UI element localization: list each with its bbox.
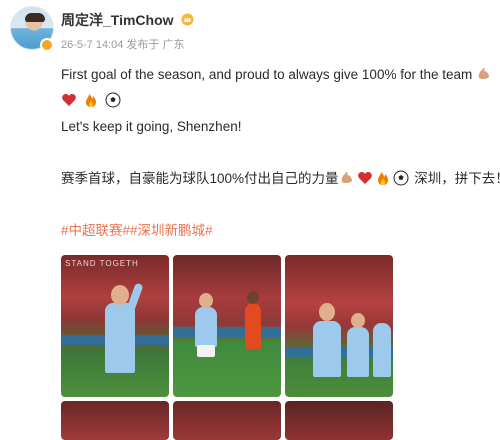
photo-5[interactable]	[173, 401, 281, 440]
flexed-biceps-icon	[478, 68, 490, 80]
photo-6[interactable]	[285, 401, 393, 440]
red-heart-icon	[357, 172, 372, 184]
player-figure	[313, 321, 341, 377]
photo-2[interactable]	[173, 255, 281, 397]
player-figure	[373, 323, 391, 377]
post-text-line-1: First goal of the season, and proud to a…	[61, 66, 494, 84]
player-head	[111, 285, 129, 305]
post-text-line-4: 赛季首球，自豪能为球队100%付出自己的力量 深圳，拼下去！	[61, 170, 500, 188]
post-meta: 26-5-7 14:04 发布于 广东	[61, 39, 185, 51]
post-text-en-1: First goal of the season, and proud to a…	[61, 67, 473, 82]
opponent-figure	[245, 303, 261, 349]
soccer-ball-icon	[105, 92, 121, 108]
username[interactable]: 周定洋_TimChow	[61, 12, 174, 28]
post-text-cn-1: 赛季首球，自豪能为球队100%付出自己的力量	[61, 171, 339, 186]
photo-4[interactable]	[61, 401, 169, 440]
post-emoji-line	[61, 92, 123, 110]
hashtag-links[interactable]: #中超联赛##深圳新鹏城#	[61, 219, 213, 239]
player-head	[351, 313, 365, 328]
soccer-ball-icon	[393, 170, 409, 186]
photo-banner-text: STAND TOGETH	[65, 259, 139, 268]
flexed-biceps-icon	[341, 172, 352, 184]
fire-icon	[85, 94, 96, 107]
photo-1[interactable]: STAND TOGETH	[61, 255, 169, 397]
post-text-cn-2: 深圳，拼下去！	[414, 171, 500, 186]
post-text-line-3: Let's keep it going, Shenzhen!	[61, 119, 242, 134]
player-figure	[105, 303, 135, 373]
player-head	[319, 303, 335, 321]
username-row[interactable]: 周定洋_TimChow	[61, 10, 194, 30]
avatar-hair	[25, 13, 45, 22]
raised-arm	[126, 282, 144, 312]
ad-board	[173, 327, 281, 337]
crown-icon	[181, 13, 194, 26]
red-heart-icon	[62, 94, 76, 106]
player-figure	[195, 307, 217, 347]
player-shorts	[197, 345, 215, 357]
photo-3[interactable]	[285, 255, 393, 397]
verified-badge-icon	[40, 38, 54, 52]
fire-icon	[377, 172, 388, 185]
player-figure	[347, 327, 369, 377]
player-head	[199, 293, 213, 308]
opponent-head	[247, 291, 259, 304]
